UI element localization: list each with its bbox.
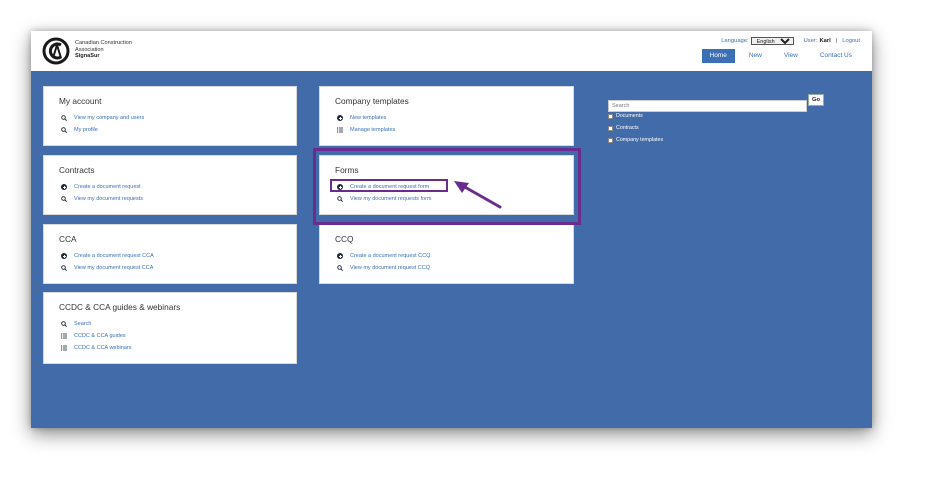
filter-documents[interactable]: Documents bbox=[608, 113, 643, 119]
card-company-templates: Company templates New templates Manage t… bbox=[319, 86, 574, 146]
go-button[interactable]: Go bbox=[808, 94, 824, 106]
card-guides-webinars: CCDC & CCA guides & webinars Search CCDC… bbox=[43, 292, 297, 364]
list-icon bbox=[61, 345, 67, 351]
link-label[interactable]: CCDC & CCA guides bbox=[74, 333, 126, 339]
user-name: Karl bbox=[819, 38, 831, 44]
list-icon bbox=[61, 333, 67, 339]
card-title: CCA bbox=[59, 234, 77, 244]
view-company-users-link[interactable]: View my company and users bbox=[61, 115, 144, 121]
create-document-request-cca-link[interactable]: Create a document request CCA bbox=[61, 253, 154, 259]
plus-circle-icon bbox=[61, 253, 67, 259]
search-bar: Go bbox=[608, 94, 824, 112]
view-document-requests-link[interactable]: View my document requests bbox=[61, 196, 143, 202]
card-contracts: Contracts Create a document request View… bbox=[43, 155, 297, 215]
link-label[interactable]: View my document request CCA bbox=[74, 265, 153, 271]
link-label[interactable]: Create a document request bbox=[74, 184, 141, 190]
link-label[interactable]: My profile bbox=[74, 127, 98, 133]
filter-company-templates[interactable]: Company templates bbox=[608, 137, 663, 143]
ccdc-cca-webinars-link[interactable]: CCDC & CCA webinars bbox=[61, 345, 131, 351]
plus-circle-icon bbox=[337, 253, 343, 259]
logo-line-1: Canadian Construction bbox=[75, 40, 132, 46]
filter-contracts[interactable]: Contracts bbox=[608, 125, 639, 131]
link-label[interactable]: Search bbox=[74, 321, 91, 327]
my-profile-link[interactable]: My profile bbox=[61, 127, 98, 133]
card-title: CCDC & CCA guides & webinars bbox=[59, 302, 181, 312]
logo-text: Canadian Construction Association SignaS… bbox=[75, 40, 132, 60]
card-my-account: My account View my company and users My … bbox=[43, 86, 297, 146]
separator: | bbox=[835, 38, 838, 44]
create-document-request-link[interactable]: Create a document request bbox=[61, 184, 141, 190]
magnifier-icon bbox=[61, 127, 67, 133]
search-input[interactable] bbox=[608, 100, 807, 112]
link-label[interactable]: View my company and users bbox=[74, 115, 144, 121]
magnifier-icon bbox=[61, 196, 67, 202]
main-content: My account View my company and users My … bbox=[31, 71, 872, 428]
view-document-request-cca-link[interactable]: View my document request CCA bbox=[61, 265, 153, 271]
magnifier-icon bbox=[337, 265, 343, 271]
filter-label: Company templates bbox=[616, 137, 664, 143]
link-label[interactable]: CCDC & CCA webinars bbox=[74, 345, 131, 351]
create-form-highlight-box bbox=[330, 179, 448, 192]
link-label[interactable]: View my document request CCQ bbox=[350, 265, 430, 271]
new-templates-link[interactable]: New templates bbox=[337, 115, 386, 121]
filter-label: Documents bbox=[616, 113, 643, 119]
manage-templates-link[interactable]: Manage templates bbox=[337, 127, 395, 133]
user-label: User: bbox=[803, 38, 818, 44]
card-title: My account bbox=[59, 96, 102, 106]
top-utility-bar: Language: English User: Karl | Logout bbox=[721, 37, 860, 45]
link-label[interactable]: New templates bbox=[350, 115, 386, 121]
card-title: CCQ bbox=[335, 234, 354, 244]
list-icon bbox=[337, 127, 343, 133]
view-document-request-ccq-link[interactable]: View my document request CCQ bbox=[337, 265, 430, 271]
magnifier-icon bbox=[61, 115, 67, 121]
link-label[interactable]: View my document requests bbox=[74, 196, 143, 202]
create-document-request-ccq-link[interactable]: Create a document request CCQ bbox=[337, 253, 430, 259]
card-title: Company templates bbox=[335, 96, 409, 106]
card-cca: CCA Create a document request CCA View m… bbox=[43, 224, 297, 284]
logo-brand: SignaSur bbox=[75, 53, 100, 60]
nav-contact-us[interactable]: Contact Us bbox=[812, 49, 860, 63]
logo-line-2: Association bbox=[75, 46, 104, 53]
contracts-checkbox[interactable] bbox=[608, 125, 613, 131]
app-window: Canadian Construction Association SignaS… bbox=[31, 31, 872, 428]
plus-circle-icon bbox=[337, 115, 343, 121]
magnifier-icon bbox=[61, 321, 67, 327]
nav-home[interactable]: Home bbox=[701, 49, 735, 63]
filter-label: Contracts bbox=[616, 125, 639, 131]
link-label[interactable]: Create a document request CCA bbox=[74, 253, 154, 259]
plus-circle-icon bbox=[61, 184, 67, 190]
link-label[interactable]: Manage templates bbox=[350, 127, 395, 133]
card-ccq: CCQ Create a document request CCQ View m… bbox=[319, 224, 574, 284]
nav-new[interactable]: New bbox=[741, 49, 770, 63]
link-label[interactable]: Create a document request CCQ bbox=[350, 253, 430, 259]
nav-view[interactable]: View bbox=[776, 49, 806, 63]
main-nav: Home New View Contact Us bbox=[696, 49, 861, 63]
card-title: Contracts bbox=[59, 165, 95, 175]
header: Canadian Construction Association SignaS… bbox=[31, 31, 872, 71]
company-templates-checkbox[interactable] bbox=[608, 137, 613, 143]
guides-search-link[interactable]: Search bbox=[61, 321, 91, 327]
magnifier-icon bbox=[61, 265, 67, 271]
pointer-arrow-icon bbox=[454, 181, 502, 209]
documents-checkbox[interactable] bbox=[608, 113, 613, 119]
logout-link[interactable]: Logout bbox=[842, 38, 860, 44]
cca-logo-icon bbox=[42, 37, 70, 65]
language-select[interactable]: English bbox=[750, 37, 794, 45]
language-label: Language: bbox=[721, 38, 749, 44]
ccdc-cca-guides-link[interactable]: CCDC & CCA guides bbox=[61, 333, 126, 339]
